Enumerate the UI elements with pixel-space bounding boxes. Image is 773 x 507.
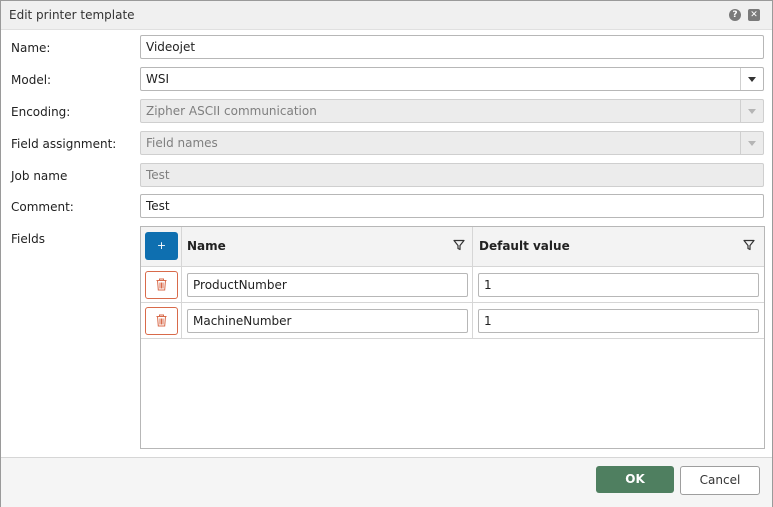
field-assignment-select: Field names [140,131,764,155]
model-select[interactable]: WSI [140,67,764,91]
encoding-dropdown-button [740,100,763,122]
fields-grid: + Name Default value ProductNumber 1 Mac… [140,226,765,449]
comment-input[interactable]: Test [140,194,764,218]
encoding-value: Zipher ASCII communication [146,104,317,118]
default-value-input[interactable]: 1 [478,309,759,333]
filter-icon[interactable] [743,239,755,251]
fields-grid-header: + Name Default value [141,227,764,267]
model-value: WSI [146,72,170,86]
row-divider [141,338,764,339]
field-name-value: ProductNumber [193,278,287,292]
model-dropdown-button[interactable] [740,68,763,90]
model-label: Model: [11,73,52,87]
edit-printer-template-dialog: Edit printer template ? ✕ Name: Videojet… [0,0,773,507]
default-value-input[interactable]: 1 [478,273,759,297]
name-value: Videojet [146,40,196,54]
help-icon[interactable]: ? [729,9,741,21]
column-header-default-value[interactable]: Default value [479,239,570,253]
close-icon[interactable]: ✕ [748,9,760,21]
field-assignment-value: Field names [146,136,218,150]
filter-icon[interactable] [453,239,465,251]
job-name-value: Test [146,168,170,182]
cancel-button[interactable]: Cancel [680,466,760,495]
ok-button[interactable]: OK [596,466,674,493]
add-field-button[interactable]: + [145,232,178,260]
comment-label: Comment: [11,200,74,214]
dialog-title: Edit printer template [9,8,135,22]
encoding-label: Encoding: [11,105,71,119]
default-value-value: 1 [484,314,492,328]
dialog-footer: OK Cancel [1,457,772,507]
field-assignment-dropdown-button [740,132,763,154]
column-header-name[interactable]: Name [187,239,226,253]
job-name-label: Job name [11,169,68,183]
chevron-down-icon [748,109,756,114]
column-divider [472,227,473,339]
field-assignment-label: Field assignment: [11,137,117,151]
row-divider [141,302,764,303]
name-label: Name: [11,41,51,55]
fields-label: Fields [11,232,45,246]
name-input[interactable]: Videojet [140,35,764,59]
field-name-value: MachineNumber [193,314,292,328]
trash-icon [156,278,167,291]
trash-icon [156,314,167,327]
column-divider [181,227,182,339]
dialog-titlebar: Edit printer template ? ✕ [1,1,772,30]
encoding-select: Zipher ASCII communication [140,99,764,123]
delete-row-button[interactable] [145,271,178,299]
field-name-input[interactable]: ProductNumber [187,273,468,297]
delete-row-button[interactable] [145,307,178,335]
chevron-down-icon [748,141,756,146]
chevron-down-icon [748,77,756,82]
job-name-input: Test [140,163,764,187]
default-value-value: 1 [484,278,492,292]
comment-value: Test [146,199,170,213]
field-name-input[interactable]: MachineNumber [187,309,468,333]
